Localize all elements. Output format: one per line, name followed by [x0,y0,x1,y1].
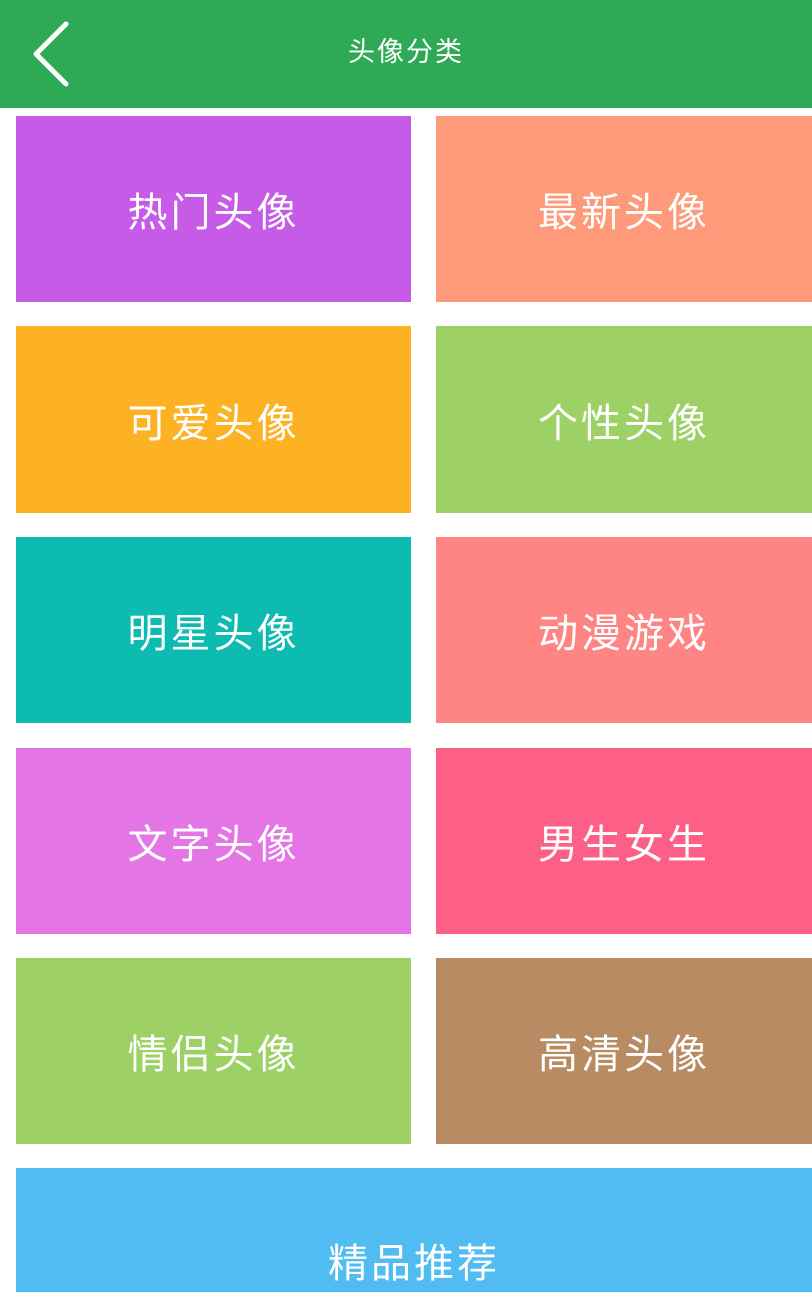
category-label: 文字头像 [127,822,300,868]
category-tile-boys-girls[interactable]: 男生女生 [436,748,812,934]
category-tile-hot[interactable]: 热门头像 [16,116,411,302]
category-tile-text[interactable]: 文字头像 [16,748,411,934]
category-tile-celebrity[interactable]: 明星头像 [16,537,411,723]
category-label: 明星头像 [127,611,300,657]
category-tile-cute[interactable]: 可爱头像 [16,326,411,513]
featured-tile[interactable]: 精品推荐 [16,1168,812,1292]
category-tile-anime-games[interactable]: 动漫游戏 [436,537,812,723]
category-tile-hd[interactable]: 高清头像 [436,958,812,1144]
category-tile-personality[interactable]: 个性头像 [436,326,812,513]
category-label: 动漫游戏 [538,611,710,657]
featured-label: 精品推荐 [328,1241,500,1287]
category-label: 男生女生 [538,822,710,868]
category-label: 个性头像 [538,400,710,447]
category-tile-newest[interactable]: 最新头像 [436,116,812,302]
category-tile-couples[interactable]: 情侣头像 [16,958,411,1144]
category-label: 高清头像 [538,1032,710,1078]
category-label: 可爱头像 [127,400,300,447]
category-label: 最新头像 [538,190,710,236]
category-label: 情侣头像 [127,1032,300,1078]
category-grid: 热门头像 最新头像 可爱头像 个性头像 明星头像 动漫游戏 文字头像 男生女生 … [0,0,812,1292]
category-label: 热门头像 [127,190,300,236]
